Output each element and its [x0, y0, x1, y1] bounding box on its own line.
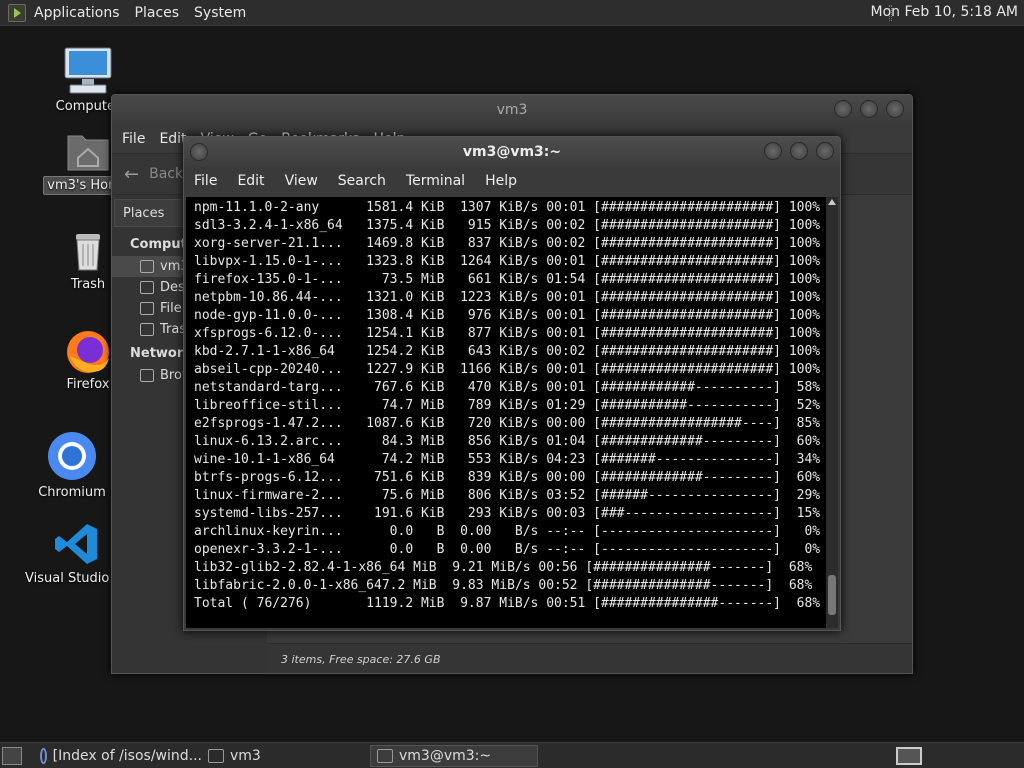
menu-logo-icon[interactable]: [8, 3, 26, 22]
terminal-line: wine-10.1-1-x86_64 74.2 MiB 553 KiB/s 04…: [194, 452, 821, 467]
terminal-line: xfsprogs-6.12.0-... 1254.1 KiB 877 KiB/s…: [194, 326, 821, 341]
places-menu[interactable]: Places: [129, 5, 189, 21]
desktop: Applications Places System Mon Feb 10, 5…: [0, 0, 1024, 768]
taskbar-item-label: vm3: [230, 748, 261, 764]
terminal-line: npm-11.1.0-2-any 1581.4 KiB 1307 KiB/s 0…: [194, 200, 821, 215]
terminal-menu-terminal[interactable]: Terminal: [406, 173, 465, 189]
close-icon[interactable]: [816, 142, 834, 160]
terminal-line: archlinux-keyrin... 0.0 B 0.00 B/s --:--…: [194, 524, 821, 539]
desktop-folder-icon: [140, 281, 154, 294]
vscode-icon: [55, 524, 97, 564]
terminal-line: e2fsprogs-1.47.2... 1087.6 KiB 720 KiB/s…: [194, 416, 821, 431]
terminal-line: btrfs-progs-6.12... 751.6 KiB 839 KiB/s …: [194, 470, 821, 485]
desktop-icon-label: Trash: [70, 277, 106, 292]
system-menu[interactable]: System: [188, 5, 255, 21]
taskbar-item-label: vm3@vm3:~: [399, 748, 492, 764]
terminal-menu-view[interactable]: View: [285, 173, 318, 189]
terminal-window[interactable]: vm3@vm3:~ File Edit View Search Terminal…: [183, 136, 841, 631]
show-desktop-icon[interactable]: [2, 747, 22, 765]
chromium-icon: [48, 432, 96, 480]
file-manager-statusbar: 3 items, Free space: 27.6 GB: [267, 643, 912, 673]
terminal-line: xorg-server-21.1... 1469.8 KiB 837 KiB/s…: [194, 236, 821, 251]
terminal-line: firefox-135.0-1-... 73.5 MiB 661 KiB/s 0…: [194, 272, 821, 287]
network-icon: [140, 369, 154, 382]
scroll-thumb[interactable]: [828, 575, 836, 615]
terminal-menu-edit[interactable]: Edit: [237, 173, 264, 189]
terminal-line: libreoffice-stil... 74.7 MiB 789 KiB/s 0…: [194, 398, 821, 413]
close-icon[interactable]: [886, 100, 904, 118]
computer-icon: [64, 47, 112, 94]
applications-menu[interactable]: Applications: [32, 5, 129, 21]
taskbar-item-terminal[interactable]: vm3@vm3:~: [370, 745, 538, 767]
terminal-line: systemd-libs-257... 191.6 KiB 293 KiB/s …: [194, 506, 821, 521]
home-folder-icon: [67, 135, 109, 171]
trash-icon: [76, 234, 100, 271]
terminal-line: linux-firmware-2... 75.6 MiB 806 KiB/s 0…: [194, 488, 821, 503]
terminal-menu-help[interactable]: Help: [485, 173, 517, 189]
bottom-taskbar: [Index of /isos/wind... vm3 vm3@vm3:~: [0, 742, 1024, 768]
file-manager-titlebar[interactable]: vm3: [112, 95, 912, 125]
maximize-icon[interactable]: [790, 142, 808, 160]
home-icon: [140, 260, 154, 273]
terminal-titlebar[interactable]: vm3@vm3:~: [184, 137, 840, 167]
top-panel: Applications Places System Mon Feb 10, 5…: [0, 0, 1024, 26]
terminal-line: kbd-2.7.1-1-x86_64 1254.2 KiB 643 KiB/s …: [194, 344, 821, 359]
terminal-menu-search[interactable]: Search: [338, 173, 386, 189]
desktop-icon-label: Chromium: [38, 485, 106, 500]
trash-icon: [140, 323, 154, 336]
terminal-menubar: File Edit View Search Terminal Help: [184, 167, 840, 195]
terminal-output[interactable]: npm-11.1.0-2-any 1581.4 KiB 1307 KiB/s 0…: [186, 197, 826, 628]
terminal-line: sdl3-3.2.4-1-x86_64 1375.4 KiB 915 KiB/s…: [194, 218, 821, 233]
taskbar-item-label: [Index of /isos/wind...: [52, 748, 202, 764]
maximize-icon[interactable]: [860, 100, 878, 118]
folder-icon: [208, 749, 224, 763]
terminal-line: libvpx-1.15.0-1-... 1323.8 KiB 1264 KiB/…: [194, 254, 821, 269]
back-arrow-icon[interactable]: ←: [124, 164, 139, 185]
minimize-icon[interactable]: [764, 142, 782, 160]
panel-clock[interactable]: Mon Feb 10, 5:18 AM: [871, 4, 1018, 20]
terminal-line: Total ( 76/276) 1119.2 MiB 9.87 MiB/s 00…: [194, 596, 821, 611]
back-button[interactable]: Back: [149, 166, 183, 182]
terminal-line: abseil-cpp-20240... 1227.9 KiB 1166 KiB/…: [194, 362, 821, 377]
scroll-up-icon[interactable]: [828, 199, 836, 205]
terminal-menu-file[interactable]: File: [194, 173, 217, 189]
workspace-switcher-icon[interactable]: [896, 747, 922, 765]
terminal-line: linux-6.13.2.arc... 84.3 MiB 856 KiB/s 0…: [194, 434, 821, 449]
terminal-line: libfabric-2.0.0-1-x86_647.2 MiB 9.83 MiB…: [194, 578, 813, 593]
menu-file[interactable]: File: [122, 131, 145, 147]
terminal-line: netpbm-10.86.44-... 1321.0 KiB 1223 KiB/…: [194, 290, 821, 305]
desktop-icon-label: Firefox: [66, 377, 110, 392]
file-manager-title: vm3: [496, 102, 528, 118]
minimize-icon[interactable]: [834, 100, 852, 118]
terminal-icon: [377, 749, 393, 763]
terminal-line: openexr-3.3.2-1-... 0.0 B 0.00 B/s --:--…: [194, 542, 821, 557]
terminal-line: lib32-glib2-2.82.4-1-x86_64 MiB 9.21 MiB…: [194, 560, 813, 575]
taskbar-item-file-manager[interactable]: vm3: [202, 745, 368, 767]
taskbar-item-browser[interactable]: [Index of /isos/wind...: [34, 745, 202, 767]
desktop-icon-chromium[interactable]: Chromium: [22, 430, 122, 501]
firefox-icon: [67, 331, 109, 373]
drive-icon: [140, 302, 154, 315]
terminal-scrollbar[interactable]: [826, 197, 838, 628]
terminal-line: netstandard-targ... 767.6 KiB 470 KiB/s …: [194, 380, 821, 395]
terminal-line: node-gyp-11.0.0-... 1308.4 KiB 976 KiB/s…: [194, 308, 821, 323]
browser-icon: [40, 748, 47, 764]
terminal-title: vm3@vm3:~: [462, 144, 562, 160]
window-menu-icon[interactable]: [190, 143, 208, 161]
